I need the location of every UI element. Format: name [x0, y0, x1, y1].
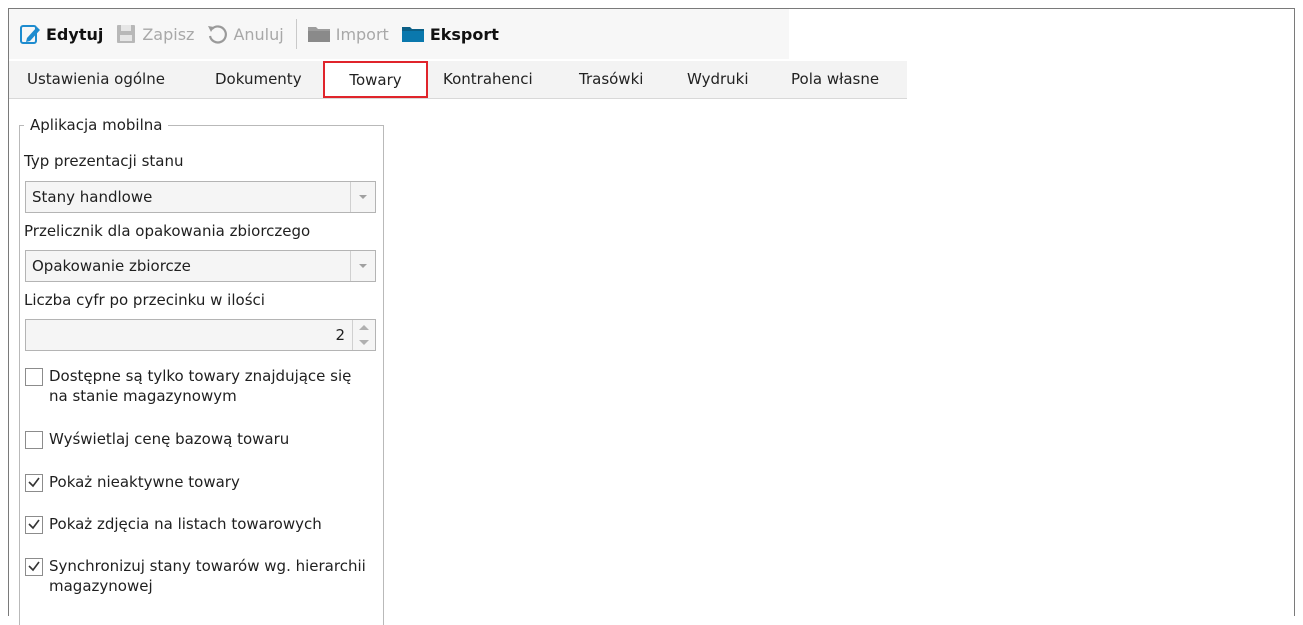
stock-type-label: Typ prezentacji stanu [24, 152, 184, 170]
check-icon [28, 477, 40, 488]
converter-select[interactable]: Opakowanie zbiorcze [25, 250, 376, 282]
checkbox[interactable] [25, 431, 43, 449]
tab-contractors[interactable]: Kontrahenci [443, 61, 533, 98]
checkbox-label: Pokaż nieaktywne towary [49, 473, 240, 491]
checkbox[interactable] [25, 474, 43, 492]
export-button[interactable]: Eksport [401, 18, 499, 50]
checkbox-inactive-products[interactable]: Pokaż nieaktywne towary [25, 472, 369, 492]
checkbox-base-price[interactable]: Wyświetlaj cenę bazową towaru [25, 429, 369, 449]
checkbox[interactable] [25, 516, 43, 534]
checkbox-label: Dostępne są tylko towary znajdujące się … [49, 367, 352, 405]
tab-documents[interactable]: Dokumenty [215, 61, 302, 98]
toolbar-separator [295, 19, 297, 49]
settings-window: Edytuj Zapisz Anuluj Import Eksport Usta… [8, 8, 1295, 625]
decimals-label: Liczba cyfr po przecinku w ilości [24, 291, 265, 309]
spin-down-icon[interactable] [353, 335, 375, 350]
stock-type-select[interactable]: Stany handlowe [25, 181, 376, 213]
converter-value: Opakowanie zbiorcze [32, 257, 191, 275]
save-button[interactable]: Zapisz [115, 18, 194, 50]
edit-button[interactable]: Edytuj [19, 18, 103, 50]
checkbox-label: Pokaż zdjęcia na listach towarowych [49, 515, 322, 533]
group-title: Aplikacja mobilna [24, 116, 169, 134]
checkbox-sync-hierarchy[interactable]: Synchronizuj stany towarów wg. hierarchi… [25, 556, 369, 596]
save-icon [117, 25, 136, 43]
check-icon [28, 519, 40, 530]
tab-products[interactable]: Towary [323, 61, 428, 98]
folder-icon [307, 27, 330, 42]
toolbar: Edytuj Zapisz Anuluj Import Eksport [9, 9, 789, 59]
mobile-app-group: Aplikacja mobilna Typ prezentacji stanu … [19, 116, 384, 625]
cancel-button[interactable]: Anuluj [206, 18, 284, 50]
converter-label: Przelicznik dla opakowania zbiorczego [24, 222, 311, 240]
stock-type-value: Stany handlowe [32, 188, 153, 206]
folder-icon [401, 27, 424, 42]
decimals-stepper[interactable]: 2 [25, 319, 376, 351]
checkbox[interactable] [25, 368, 43, 386]
checkbox-only-in-stock[interactable]: Dostępne są tylko towary znajdujące się … [25, 366, 369, 406]
save-label: Zapisz [142, 24, 195, 44]
tab-routes[interactable]: Trasówki [579, 61, 643, 98]
checkbox-label: Wyświetlaj cenę bazową towaru [49, 430, 290, 448]
tab-printouts[interactable]: Wydruki [687, 61, 749, 98]
tab-bar: Ustawienia ogólne Dokumenty Towary Kontr… [9, 61, 907, 99]
cancel-label: Anuluj [233, 24, 284, 44]
import-button[interactable]: Import [307, 18, 389, 50]
chevron-down-icon[interactable] [350, 251, 375, 281]
tab-general-settings[interactable]: Ustawienia ogólne [27, 61, 165, 98]
check-icon [28, 561, 40, 572]
checkbox-label: Synchronizuj stany towarów wg. hierarchi… [49, 557, 366, 595]
edit-icon [20, 25, 40, 44]
stepper-buttons[interactable] [352, 320, 375, 350]
edit-label: Edytuj [46, 24, 104, 44]
checkbox[interactable] [25, 558, 43, 576]
export-label: Eksport [429, 24, 499, 44]
checkbox-product-photos[interactable]: Pokaż zdjęcia na listach towarowych [25, 514, 369, 534]
chevron-down-icon[interactable] [350, 182, 375, 212]
decimals-value: 2 [335, 326, 345, 344]
import-label: Import [335, 24, 389, 44]
spin-up-icon[interactable] [353, 320, 375, 335]
tab-custom-fields[interactable]: Pola własne [791, 61, 879, 98]
undo-icon [208, 25, 228, 44]
